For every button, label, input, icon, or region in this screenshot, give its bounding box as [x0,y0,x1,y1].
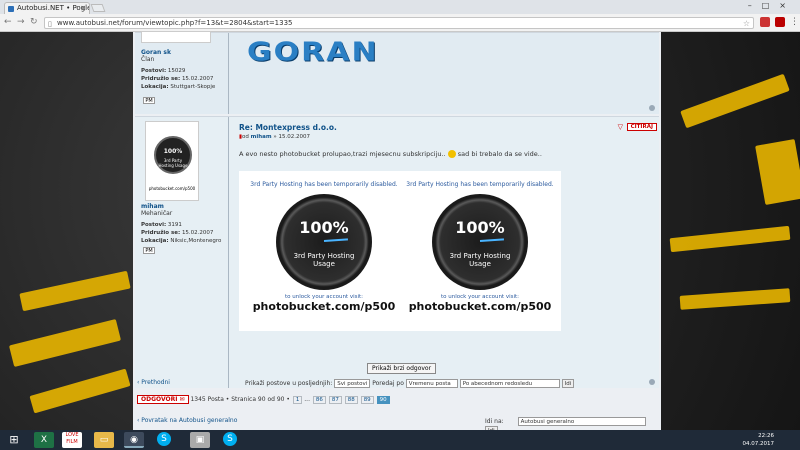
file-explorer-icon[interactable]: ▭ [94,432,114,448]
extension-icon[interactable] [775,17,785,27]
skype-icon[interactable]: S [223,432,237,446]
start-windows-icon[interactable]: ⊞ [4,432,24,448]
pm-button[interactable]: PM [143,97,155,104]
excel-icon[interactable]: X [34,432,54,448]
address-url: www.autobusi.net/forum/viewtopic.php?f=1… [57,19,293,27]
jump-select[interactable]: Autobusi generalno [517,417,646,426]
quote-button[interactable]: CITIRAJ [626,123,657,131]
page-info-icon[interactable]: ▯ [48,19,52,30]
embedded-image: 3rd Party Hosting has been temporarily d… [239,171,561,331]
show-posts-label: Prikaži postove u posljednjih: [245,380,333,387]
gauge-dial: 100% 3rd Party Hosting Usage [276,194,372,290]
lovefilm-icon[interactable]: LOVE FILM [62,432,82,448]
chrome-icon[interactable]: ◉ [124,432,144,448]
post-profile: 100% 3rd Party Hosting Usage photobucket… [135,117,229,388]
post-username[interactable]: miham [141,203,222,210]
back-to-forum-link[interactable]: ‹ Povratak na Autobusi generalno [137,417,237,424]
user-joined: Pridružio se: 15.02.2007 [141,76,214,82]
post-profile: Goran sk Član Postovi: 15029 Pridružio s… [135,31,229,114]
reply-button[interactable]: ODGOVORI ✉ [137,395,189,404]
pagination-row: ODGOVORI ✉ 1345 Posta • Stranica 90 od 9… [137,395,657,407]
avatar-caption: photobucket.com/p500 [148,186,196,191]
avatar-gauge: 100% 3rd Party Hosting Usage [154,136,192,174]
taskbar: ⊞ X LOVE FILM ▭ ◉ S ▣ S 22:26 04.07.2017 [0,430,800,450]
post-text: A evo nesto photobucket prolupao,trazi m… [239,150,542,158]
back-to-top-icon[interactable] [649,105,655,111]
forum-post: 100% 3rd Party Hosting Usage photobucket… [135,116,659,388]
sort-by-select[interactable]: Vremenu posta [405,379,458,388]
forum-post: Goran sk Član Postovi: 15029 Pridružio s… [135,31,659,114]
new-tab-button[interactable] [90,4,106,12]
jump-row: ‹ Povratak na Autobusi generalno Idi na:… [137,417,657,435]
post-title[interactable]: Re: Montexpress d.o.o. [239,123,649,132]
user-location: Lokacija: Stuttgart-Skopje [141,84,216,90]
post-byline: ▮od miham » 15.02.2007 [239,134,310,140]
app-icon[interactable]: ▣ [190,432,210,448]
back-arrow-icon[interactable]: ← [4,17,12,27]
prev-topic-link[interactable]: ‹ Prethodni [137,379,170,386]
page-link[interactable]: 89 [360,396,374,404]
topic-options-row: ‹ Prethodni Prikaži postove u posljednji… [137,379,657,390]
forum-page: Goran sk Član Postovi: 15029 Pridružio s… [133,31,661,435]
gauge-card: 3rd Party Hosting has been temporarily d… [250,181,398,313]
bookmark-star-icon[interactable]: ☆ [743,18,750,29]
menu-icon[interactable]: ⋮ [790,17,799,27]
byline-user[interactable]: miham [251,134,272,140]
page-ellipsis: ... [304,396,310,403]
jump-label: Idi na: [485,418,504,425]
sort-order-select[interactable]: Po abecednom redosledu [459,379,560,388]
site-favicon-icon [8,6,14,12]
user-rank: Član [141,56,155,63]
reload-icon[interactable]: ↻ [30,17,38,27]
forward-arrow-icon[interactable]: → [17,17,25,27]
browser-toolbar: ← → ↻ ▯ www.autobusi.net/forum/viewtopic… [0,14,800,32]
show-posts-select[interactable]: Svi postovi [334,379,371,388]
report-icon[interactable]: ▽ [618,123,623,131]
user-posts: Postovi: 3191 [141,222,182,228]
page-link[interactable]: 86 [312,396,326,404]
signature-logo: GORAN [247,37,379,68]
sort-go-button[interactable]: Idi [561,379,575,388]
address-bar[interactable]: ▯ www.autobusi.net/forum/viewtopic.php?f… [44,17,754,29]
avatar: 100% 3rd Party Hosting Usage photobucket… [145,121,199,201]
page-link[interactable]: 88 [344,396,358,404]
window-controls[interactable]: –□× [748,1,796,10]
skype-icon[interactable]: S [157,432,171,446]
user-rank: Mehaničar [141,210,173,217]
gauge-dial: 100% 3rd Party Hosting Usage [432,194,528,290]
gauge-card: 3rd Party Hosting has been temporarily d… [406,181,554,313]
pm-button[interactable]: PM [143,247,155,254]
page-link[interactable]: 1 [292,396,303,404]
current-page: 90 [376,396,390,404]
user-posts: Postovi: 15029 [141,68,186,74]
user-location: Lokacija: Niksic,Montenegro [141,238,222,244]
post-summary: 1345 Posta • Stranica 90 od 90 • [190,396,290,403]
sort-label: Poredaj po [372,380,404,387]
post-username[interactable]: Goran sk [141,49,222,56]
tab-title: Autobusi.NET • Pogleda [17,4,89,12]
system-clock[interactable]: 22:26 04.07.2017 [743,432,775,448]
user-joined: Pridružio se: 15.02.2007 [141,230,214,236]
page-link[interactable]: 87 [328,396,342,404]
close-tab-icon[interactable]: × [80,4,86,12]
browser-titlebar: Autobusi.NET • Pogleda × –□× [0,0,800,14]
avatar [141,31,211,43]
post-body: Re: Montexpress d.o.o. ▮od miham » 15.02… [239,117,649,388]
browser-tab[interactable]: Autobusi.NET • Pogleda × [4,2,90,14]
smiley-icon [447,150,456,158]
quick-reply-button[interactable]: Prikaži brzi odgovor [367,363,437,374]
post-body: GORAN [239,33,649,114]
extension-icon[interactable] [760,17,770,27]
